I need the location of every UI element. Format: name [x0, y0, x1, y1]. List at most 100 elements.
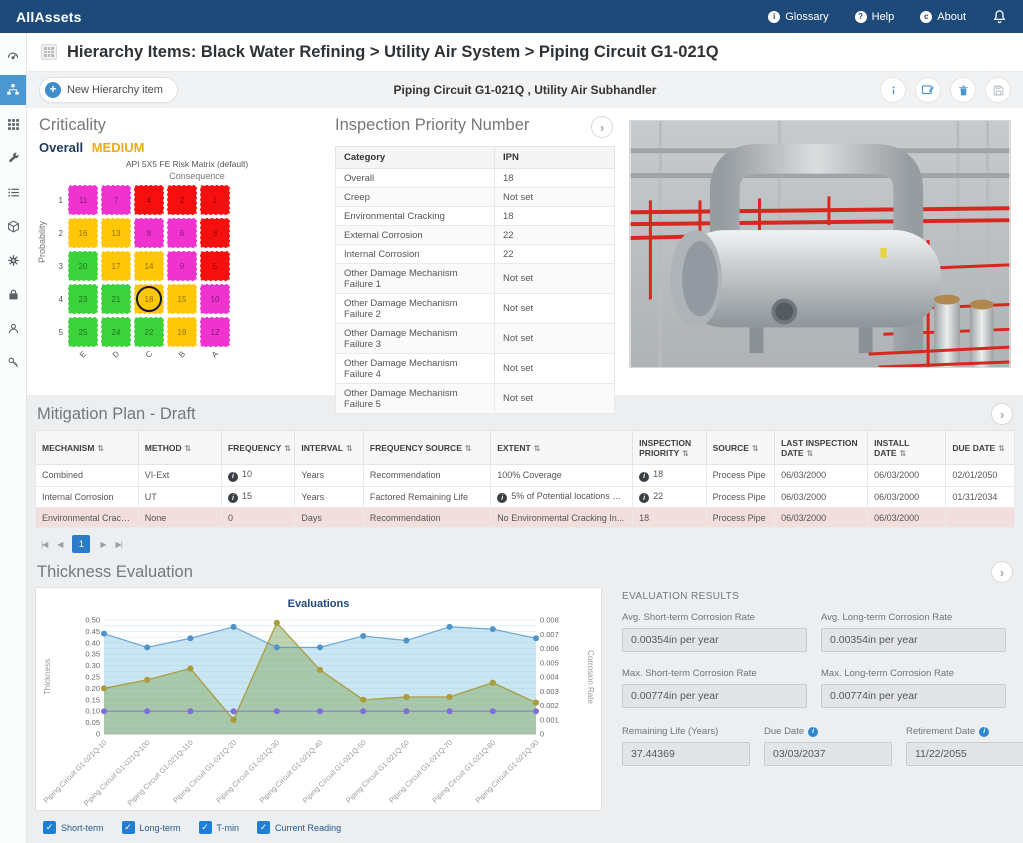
ipn-cell: External Corrosion: [336, 226, 495, 245]
column-label: SOURCE: [713, 443, 749, 453]
mitigation-column-header[interactable]: FREQUENCY⇅: [221, 431, 294, 465]
sidebar-item-tools[interactable]: [0, 143, 26, 173]
risk-cell: 17: [101, 251, 131, 281]
mitigation-column-header[interactable]: INTERVAL⇅: [295, 431, 364, 465]
evaluation-results: EVALUATION RESULTS Avg. Short-term Corro…: [622, 587, 1023, 811]
result-field: Due Datei 03/03/2037: [764, 726, 892, 766]
svg-text:0.50: 0.50: [85, 616, 100, 625]
svg-text:Corrosion Rate: Corrosion Rate: [586, 650, 594, 704]
risk-cell: 2: [167, 185, 197, 215]
column-label: DUE DATE: [952, 443, 995, 453]
info-button[interactable]: [880, 77, 906, 103]
info-icon: i: [228, 472, 238, 482]
new-hierarchy-item-button[interactable]: + New Hierarchy item: [39, 77, 178, 103]
sidebar-item-list[interactable]: [0, 177, 26, 207]
mitigation-cell: 06/03/2000: [868, 465, 946, 487]
mitigation-cell: i5% of Potential locations by...: [491, 486, 633, 508]
ipn-cell: Not set: [495, 188, 615, 207]
delete-trash-button[interactable]: [950, 77, 976, 103]
ipn-cell: Internal Corrosion: [336, 245, 495, 264]
risk-matrix-column-labels: EDCBA: [68, 350, 321, 359]
thickness-expand-chevron-icon[interactable]: ›: [991, 561, 1013, 583]
nav-link-help[interactable]: ?Help: [855, 11, 895, 23]
nav-link-about[interactable]: cAbout: [920, 11, 966, 23]
mitigation-column-header[interactable]: MECHANISM⇅: [36, 431, 139, 465]
hierarchy-grid-icon[interactable]: [41, 44, 57, 60]
svg-text:0.004: 0.004: [540, 673, 559, 682]
mitigation-cell: Process Pipe: [706, 508, 775, 528]
risk-cell: 6: [167, 218, 197, 248]
left-sidebar: [0, 33, 27, 843]
svg-text:0.20: 0.20: [85, 684, 100, 693]
checkbox-checked-icon[interactable]: ✓: [199, 821, 212, 834]
risk-cell: 10: [200, 284, 230, 314]
sidebar-item-matrix[interactable]: [0, 109, 26, 139]
mitigation-cell: Factored Remaining Life: [363, 486, 490, 508]
result-field-value: 03/03/2037: [764, 742, 892, 766]
mitigation-column-header[interactable]: SOURCE⇅: [706, 431, 775, 465]
ipn-cell: Not set: [495, 264, 615, 294]
mitigation-column-header[interactable]: INSPECTION PRIORITY⇅: [633, 431, 706, 465]
ipn-expand-chevron-icon[interactable]: ›: [591, 116, 613, 138]
edit-button[interactable]: [915, 77, 941, 103]
column-label: EXTENT: [497, 443, 531, 453]
sidebar-item-lock-icon[interactable]: [0, 279, 26, 309]
mitigation-column-header[interactable]: EXTENT⇅: [491, 431, 633, 465]
overview-panel: Criticality Overall MEDIUM API 5X5 FE Ri…: [27, 108, 1023, 395]
svg-text:0.15: 0.15: [85, 695, 100, 704]
ipn-cell: Other Damage Mechanism Failure 1: [336, 264, 495, 294]
criticality-section: Criticality Overall MEDIUM API 5X5 FE Ri…: [35, 116, 321, 385]
mitigation-expand-chevron-icon[interactable]: ›: [991, 403, 1013, 425]
sidebar-item-dashboard[interactable]: [0, 41, 26, 71]
legend-item-short-term[interactable]: ✓Short-term: [43, 821, 104, 834]
next-page-button[interactable]: ▶: [100, 540, 105, 549]
risk-cell: 15: [167, 284, 197, 314]
ipn-cell: Other Damage Mechanism Failure 2: [336, 294, 495, 324]
risk-cell: 14: [134, 251, 164, 281]
svg-text:0: 0: [540, 730, 544, 739]
mitigation-column-header[interactable]: DUE DATE⇅: [946, 431, 1015, 465]
mitigation-column-header[interactable]: INSTALL DATE⇅: [868, 431, 946, 465]
sidebar-item-hierarchy[interactable]: [0, 75, 26, 105]
legend-item-long-term[interactable]: ✓ Long-term: [122, 821, 181, 834]
nav-link-label: Glossary: [785, 11, 828, 23]
ipn-cell: Not set: [495, 294, 615, 324]
page-number-button[interactable]: 1: [72, 535, 90, 553]
sidebar-item-user-icon[interactable]: [0, 313, 26, 343]
last-page-button[interactable]: ▶|: [116, 540, 122, 549]
nav-link-glossary[interactable]: iGlossary: [768, 11, 828, 23]
svg-text:0: 0: [96, 730, 100, 739]
risk-cell: 9: [167, 251, 197, 281]
ipn-row: CreepNot set: [336, 188, 615, 207]
mitigation-cell: Combined: [36, 465, 139, 487]
notifications-bell-icon[interactable]: [992, 9, 1007, 24]
first-page-button[interactable]: |◀: [41, 540, 47, 549]
risk-cell: 24: [101, 317, 131, 347]
result-field-label: Due Datei: [764, 726, 892, 737]
prev-page-button[interactable]: ◀: [57, 540, 62, 549]
mitigation-table-wrap: MECHANISM⇅METHOD⇅FREQUENCY⇅INTERVAL⇅FREQ…: [35, 430, 1015, 528]
mitigation-cell: Process Pipe: [706, 465, 775, 487]
risk-cell: 22: [134, 317, 164, 347]
legend-item-current-reading[interactable]: ✓Current Reading: [257, 821, 341, 834]
result-field-label: Max. Short-term Corrosion Rate: [622, 668, 807, 679]
mitigation-column-header[interactable]: METHOD⇅: [138, 431, 221, 465]
mitigation-cell: 06/03/2000: [775, 486, 868, 508]
mitigation-cell: 06/03/2000: [775, 465, 868, 487]
legend-label: Long-term: [140, 823, 181, 833]
mitigation-column-header[interactable]: LAST INSPECTION DATE⇅: [775, 431, 868, 465]
sidebar-item-settings-gear-icon[interactable]: [0, 245, 26, 275]
sort-icon: ⇅: [682, 449, 689, 458]
mitigation-cell: VI-Ext: [138, 465, 221, 487]
checkbox-checked-icon[interactable]: ✓: [43, 821, 56, 834]
mitigation-cell: 06/03/2000: [775, 508, 868, 528]
sidebar-item-package[interactable]: [0, 211, 26, 241]
checkbox-checked-icon[interactable]: ✓: [257, 821, 270, 834]
chart-legend: ✓Short-term✓Long-term✓T-min✓Current Read…: [43, 821, 1023, 834]
legend-item-t-min[interactable]: ✓T-min: [199, 821, 240, 834]
result-field-value: 37.44369: [622, 742, 750, 766]
sidebar-item-key-icon[interactable]: [0, 347, 26, 377]
save-button[interactable]: [985, 77, 1011, 103]
mitigation-column-header[interactable]: FREQUENCY SOURCE⇅: [363, 431, 490, 465]
checkbox-checked-icon[interactable]: ✓: [122, 821, 135, 834]
